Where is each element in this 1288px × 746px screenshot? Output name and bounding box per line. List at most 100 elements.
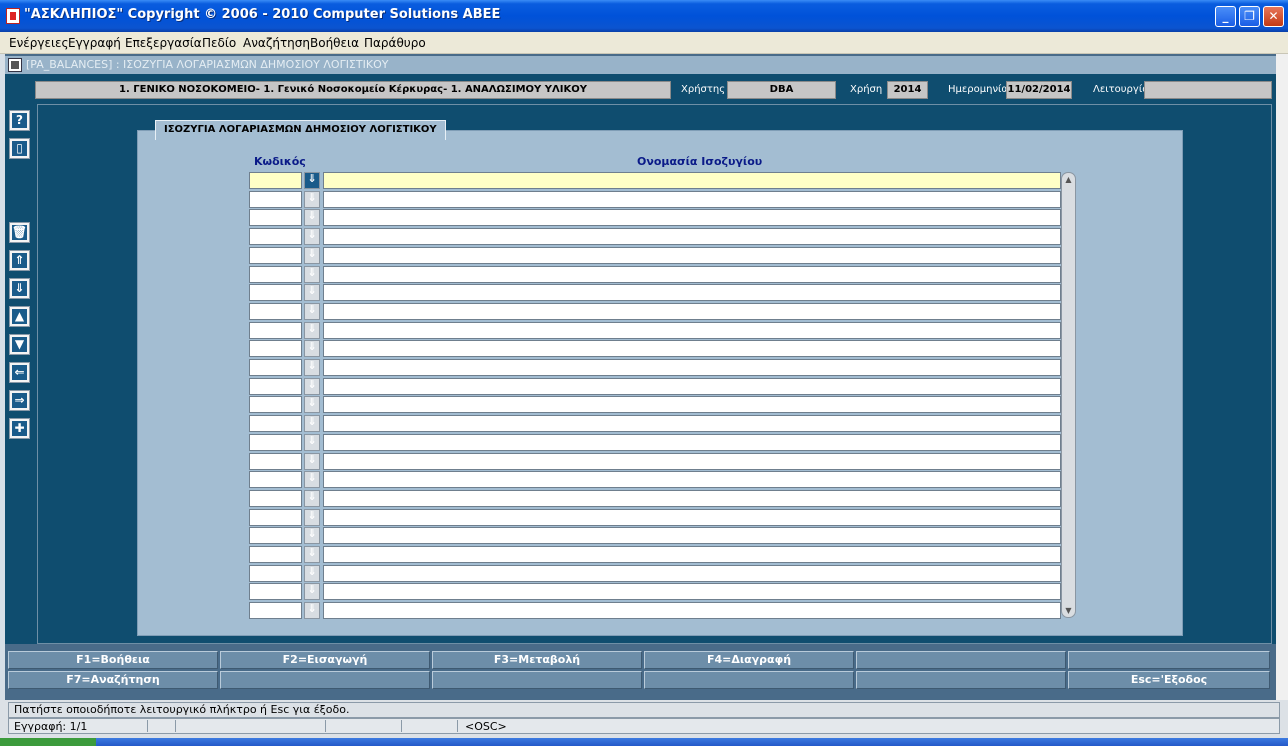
lov-down-arrow-icon[interactable] bbox=[304, 246, 320, 264]
next-block-button[interactable]: ⇒ bbox=[9, 390, 30, 411]
code-input[interactable] bbox=[249, 602, 302, 620]
code-input[interactable] bbox=[249, 508, 302, 526]
function-key-button[interactable]: F1=Βοήθεια bbox=[8, 651, 218, 669]
menu-field[interactable]: Πεδίο bbox=[202, 36, 236, 50]
code-input[interactable] bbox=[249, 546, 302, 563]
name-input[interactable] bbox=[323, 546, 1061, 563]
lov-down-arrow-icon[interactable] bbox=[304, 583, 320, 601]
close-button[interactable]: ✕ bbox=[1263, 6, 1284, 27]
lov-down-arrow-icon[interactable] bbox=[304, 172, 320, 189]
code-input[interactable] bbox=[249, 377, 302, 395]
lov-down-arrow-icon[interactable] bbox=[304, 396, 320, 414]
lov-down-arrow-icon[interactable] bbox=[304, 471, 320, 489]
lov-down-arrow-icon[interactable] bbox=[304, 508, 320, 526]
name-input[interactable] bbox=[323, 340, 1061, 358]
lov-down-arrow-icon[interactable] bbox=[304, 190, 320, 208]
menu-actions[interactable]: Ενέργειες bbox=[9, 36, 69, 50]
restore-button[interactable]: ❐ bbox=[1239, 6, 1260, 27]
code-input[interactable] bbox=[249, 564, 302, 582]
lov-down-arrow-icon[interactable] bbox=[304, 452, 320, 470]
code-input[interactable] bbox=[249, 284, 302, 302]
lov-down-arrow-icon[interactable] bbox=[304, 489, 320, 507]
function-key-button[interactable] bbox=[644, 671, 854, 689]
function-key-button[interactable] bbox=[856, 671, 1066, 689]
lov-down-arrow-icon[interactable] bbox=[304, 284, 320, 302]
delete-trash-button[interactable]: 🗑 bbox=[9, 222, 30, 243]
name-input[interactable] bbox=[323, 396, 1061, 414]
function-key-button[interactable] bbox=[1068, 651, 1270, 669]
function-key-button[interactable]: F2=Εισαγωγή bbox=[220, 651, 430, 669]
code-input[interactable] bbox=[249, 340, 302, 358]
lov-down-arrow-icon[interactable] bbox=[304, 321, 320, 339]
code-input[interactable] bbox=[249, 228, 302, 246]
name-input[interactable] bbox=[323, 471, 1061, 489]
code-input[interactable] bbox=[249, 527, 302, 545]
code-input[interactable] bbox=[249, 265, 302, 283]
previous-block-button[interactable]: ⇐ bbox=[9, 362, 30, 383]
function-key-button[interactable]: Esc='Εξοδος bbox=[1068, 671, 1270, 689]
lov-down-arrow-icon[interactable] bbox=[304, 302, 320, 320]
name-input[interactable] bbox=[323, 209, 1061, 227]
function-key-button[interactable] bbox=[432, 671, 642, 689]
name-input[interactable] bbox=[323, 508, 1061, 526]
code-input[interactable] bbox=[249, 471, 302, 489]
name-input[interactable] bbox=[323, 172, 1061, 189]
name-input[interactable] bbox=[323, 602, 1061, 620]
minimize-button[interactable]: _ bbox=[1215, 6, 1236, 27]
lov-down-arrow-icon[interactable] bbox=[304, 209, 320, 227]
exit-door-button[interactable]: ▯ bbox=[9, 138, 30, 159]
name-input[interactable] bbox=[323, 190, 1061, 208]
code-input[interactable] bbox=[249, 359, 302, 376]
vertical-scrollbar[interactable]: ▲ ▼ bbox=[1061, 172, 1076, 618]
code-input[interactable] bbox=[249, 415, 302, 433]
menu-window[interactable]: Παράθυρο bbox=[364, 36, 426, 50]
name-input[interactable] bbox=[323, 452, 1061, 470]
name-input[interactable] bbox=[323, 246, 1061, 264]
lov-down-arrow-icon[interactable] bbox=[304, 415, 320, 433]
name-input[interactable] bbox=[323, 321, 1061, 339]
code-input[interactable] bbox=[249, 246, 302, 264]
lov-down-arrow-icon[interactable] bbox=[304, 527, 320, 545]
name-input[interactable] bbox=[323, 284, 1061, 302]
start-button[interactable] bbox=[0, 738, 96, 746]
lov-down-arrow-icon[interactable] bbox=[304, 359, 320, 376]
lov-down-arrow-icon[interactable] bbox=[304, 433, 320, 451]
last-record-button[interactable]: ⇓ bbox=[9, 278, 30, 299]
code-input[interactable] bbox=[249, 396, 302, 414]
lov-down-arrow-icon[interactable] bbox=[304, 564, 320, 582]
name-input[interactable] bbox=[323, 564, 1061, 582]
name-input[interactable] bbox=[323, 265, 1061, 283]
scroll-up-arrow-icon[interactable]: ▲ bbox=[1063, 174, 1074, 185]
name-input[interactable] bbox=[323, 415, 1061, 433]
name-input[interactable] bbox=[323, 359, 1061, 376]
lov-down-arrow-icon[interactable] bbox=[304, 546, 320, 563]
menu-help[interactable]: Βοήθεια bbox=[310, 36, 359, 50]
menu-query[interactable]: Αναζήτηση bbox=[243, 36, 310, 50]
code-input[interactable] bbox=[249, 172, 302, 189]
help-button[interactable]: ? bbox=[9, 110, 30, 131]
code-input[interactable] bbox=[249, 209, 302, 227]
name-input[interactable] bbox=[323, 433, 1061, 451]
lov-down-arrow-icon[interactable] bbox=[304, 340, 320, 358]
first-record-button[interactable]: ⇑ bbox=[9, 250, 30, 271]
lov-down-arrow-icon[interactable] bbox=[304, 265, 320, 283]
name-input[interactable] bbox=[323, 377, 1061, 395]
code-input[interactable] bbox=[249, 190, 302, 208]
previous-record-button[interactable]: ▲ bbox=[9, 306, 30, 327]
name-input[interactable] bbox=[323, 302, 1061, 320]
function-key-button[interactable]: F3=Μεταβολή bbox=[432, 651, 642, 669]
name-input[interactable] bbox=[323, 228, 1061, 246]
scroll-down-arrow-icon[interactable]: ▼ bbox=[1063, 605, 1074, 616]
name-input[interactable] bbox=[323, 583, 1061, 601]
lov-down-arrow-icon[interactable] bbox=[304, 228, 320, 246]
menu-edit[interactable]: Επεξεργασία bbox=[125, 36, 202, 50]
code-input[interactable] bbox=[249, 302, 302, 320]
function-key-button[interactable] bbox=[220, 671, 430, 689]
menu-record[interactable]: Εγγραφή bbox=[68, 36, 121, 50]
name-input[interactable] bbox=[323, 527, 1061, 545]
function-key-button[interactable]: F7=Αναζήτηση bbox=[8, 671, 218, 689]
code-input[interactable] bbox=[249, 321, 302, 339]
code-input[interactable] bbox=[249, 583, 302, 601]
code-input[interactable] bbox=[249, 433, 302, 451]
lov-down-arrow-icon[interactable] bbox=[304, 377, 320, 395]
